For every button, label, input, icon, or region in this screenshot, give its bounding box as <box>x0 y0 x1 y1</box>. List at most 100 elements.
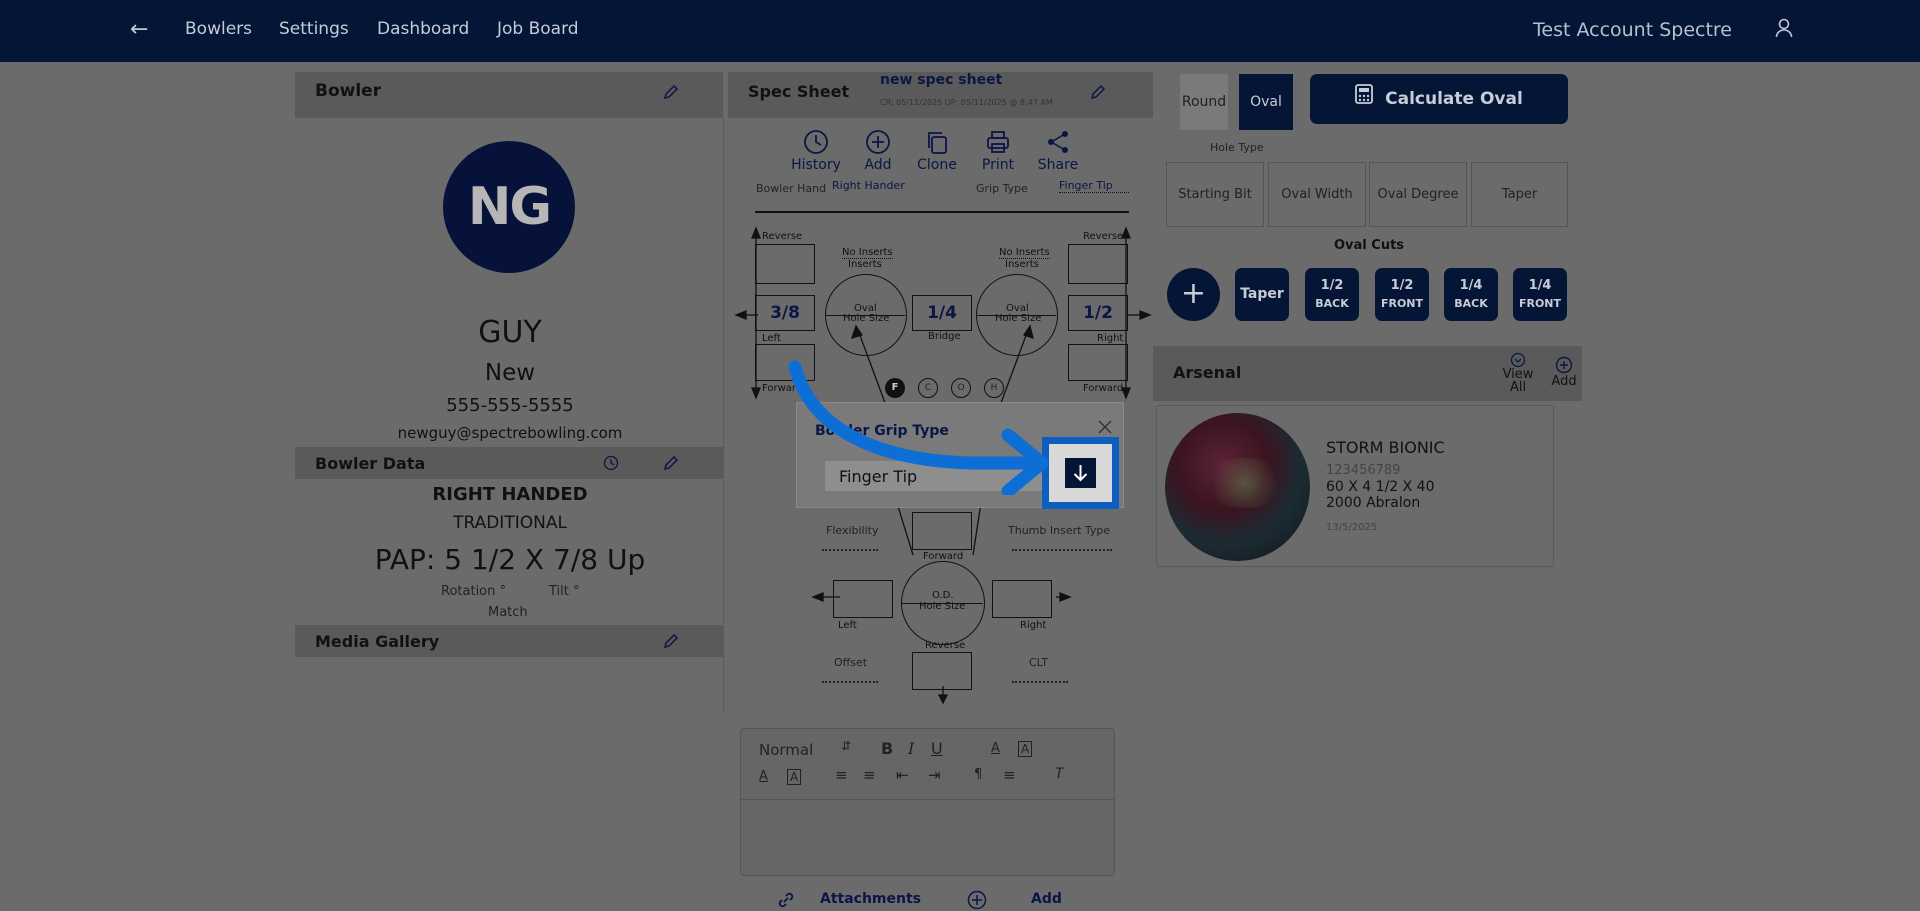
bowler-title: Bowler <box>315 81 382 101</box>
ball-name: STORM BIONIC <box>1326 438 1445 457</box>
spec-sheet-title: Spec Sheet <box>748 82 850 101</box>
bowler-last-name: New <box>484 360 536 386</box>
add-attachment-icon[interactable] <box>967 890 987 911</box>
font-color-icon[interactable]: A <box>991 741 1000 756</box>
bowler-hand: RIGHT HANDED <box>432 484 588 505</box>
edit-media-pencil-icon[interactable] <box>663 633 679 653</box>
user-icon[interactable] <box>1775 18 1793 42</box>
edit-bowler-data-pencil-icon[interactable] <box>663 455 679 475</box>
bullet-list-icon[interactable]: ≡ <box>863 766 876 784</box>
attachments-label[interactable]: Attachments <box>820 891 921 907</box>
outdent-icon[interactable]: ⇤ <box>896 766 909 784</box>
cut-quarter-front-button[interactable]: 1/4 FRONT <box>1513 268 1567 321</box>
grip-type-value[interactable]: Finger Tip <box>1059 179 1129 193</box>
right-inserts-label: Inserts <box>1005 259 1039 270</box>
cut-half-back-button[interactable]: 1/2 BACK <box>1305 268 1359 321</box>
calculate-oval-button[interactable]: Calculate Oval <box>1310 74 1568 124</box>
taper-cell[interactable]: Taper <box>1471 162 1568 227</box>
ball-layout: 60 X 4 1/2 X 40 <box>1326 479 1435 495</box>
format-select[interactable]: Normal <box>759 741 813 759</box>
nav-settings[interactable]: Settings <box>279 19 349 39</box>
clear-format-icon[interactable]: T <box>1055 766 1064 782</box>
bowler-style: TRADITIONAL <box>453 513 567 533</box>
thumb-forward-box[interactable] <box>912 512 972 550</box>
nav-bowlers[interactable]: Bowlers <box>185 19 252 39</box>
spec-sheet-name[interactable]: new spec sheet <box>880 72 1002 88</box>
ordered-list-icon[interactable]: ≡ <box>835 766 848 784</box>
bowler-hand-label: Bowler Hand <box>756 182 827 195</box>
cut-taper-label: Taper <box>1240 286 1284 302</box>
italic-icon[interactable]: I <box>908 739 914 758</box>
bowler-phone: 555-555-5555 <box>446 395 574 416</box>
offset-value[interactable] <box>822 681 878 683</box>
arsenal-add-label: Add <box>1551 374 1577 389</box>
left-no-inserts[interactable]: No Inserts <box>842 247 893 259</box>
account-name[interactable]: Test Account Spectre <box>1533 19 1732 41</box>
clt-value[interactable] <box>1012 681 1068 683</box>
add-attachment-label[interactable]: Add <box>1031 891 1062 907</box>
bowler-header: Bowler <box>295 72 723 118</box>
text-direction-icon[interactable]: ¶ <box>974 767 982 782</box>
clt-label: CLT <box>1029 656 1049 669</box>
indent-icon[interactable]: ⇥ <box>928 766 941 784</box>
arsenal-add-button[interactable]: Add <box>1548 356 1580 389</box>
clone-icon <box>928 132 947 154</box>
align-icon[interactable]: ≡ <box>1003 766 1016 784</box>
back-arrow-icon[interactable]: ← <box>130 17 148 42</box>
ball-card[interactable]: STORM BIONIC 123456789 60 X 4 1/2 X 40 2… <box>1156 405 1554 567</box>
starting-bit-cell[interactable]: Starting Bit <box>1166 162 1264 227</box>
add-circle-icon <box>1555 356 1573 374</box>
left-pitch-value: 3/8 <box>770 303 800 323</box>
bowler-data-history-icon[interactable] <box>603 455 619 475</box>
format-select-chevron-icon[interactable]: ⇵ <box>841 739 851 753</box>
notes-editor[interactable]: Normal ⇵ B I U A A A A ≡ ≡ ⇤ ⇥ ¶ ≡ T <box>740 728 1115 876</box>
share-button[interactable]: Share <box>1028 129 1088 173</box>
cut-taper-button[interactable]: Taper <box>1235 268 1289 321</box>
right-reverse-box[interactable] <box>1068 244 1128 284</box>
bowler-match: Match <box>488 605 528 620</box>
bold-icon[interactable]: B <box>881 739 893 758</box>
right-reverse-label: Reverse <box>1083 231 1124 242</box>
add-oval-cut-button[interactable]: + <box>1167 268 1220 321</box>
history-button[interactable]: History <box>786 129 846 173</box>
round-toggle[interactable]: Round <box>1180 74 1228 130</box>
flexibility-label: Flexibility <box>826 524 879 537</box>
thumb-right-box[interactable] <box>992 580 1052 618</box>
thumb-left-label: Left <box>838 620 857 631</box>
background-color-icon-2[interactable]: A <box>787 769 802 785</box>
divider-line <box>755 211 1129 213</box>
print-button[interactable]: Print <box>968 129 1028 173</box>
thumb-reverse-box[interactable] <box>912 652 972 690</box>
edit-spec-pencil-icon[interactable] <box>1090 84 1106 104</box>
link-icon[interactable] <box>776 890 796 911</box>
oval-toggle[interactable]: Oval <box>1239 74 1293 130</box>
clone-label: Clone <box>917 157 957 173</box>
cut-half-front-button[interactable]: 1/2 FRONT <box>1375 268 1429 321</box>
clone-button[interactable]: Clone <box>907 129 967 173</box>
add-button[interactable]: Add <box>848 129 908 173</box>
bowler-hand-value[interactable]: Right Hander <box>832 179 905 192</box>
font-color-icon-2[interactable]: A <box>759 769 768 784</box>
oval-degree-cell[interactable]: Oval Degree <box>1369 162 1467 227</box>
right-no-inserts[interactable]: No Inserts <box>999 247 1050 259</box>
ball-serial: 123456789 <box>1326 463 1401 478</box>
view-all-button[interactable]: View All <box>1498 352 1538 394</box>
bowler-first-name: GUY <box>478 315 542 350</box>
thumb-insert-value[interactable] <box>1012 549 1112 551</box>
oval-width-cell[interactable]: Oval Width <box>1268 162 1366 227</box>
calculate-oval-label: Calculate Oval <box>1385 89 1523 109</box>
editor-divider <box>741 799 1114 800</box>
thumb-left-box[interactable] <box>833 580 893 618</box>
left-inserts-label: Inserts <box>848 259 882 270</box>
flexibility-value[interactable] <box>822 549 878 551</box>
left-reverse-box[interactable] <box>755 244 815 284</box>
top-nav: ← Bowlers Settings Dashboard Job Board T… <box>0 0 1920 62</box>
nav-dashboard[interactable]: Dashboard <box>377 19 469 39</box>
nav-job-board[interactable]: Job Board <box>497 19 579 39</box>
underline-icon[interactable]: U <box>931 739 943 758</box>
cut-quarter-back-button[interactable]: 1/4 BACK <box>1444 268 1498 321</box>
print-label: Print <box>981 157 1015 173</box>
edit-bowler-pencil-icon[interactable] <box>663 84 679 104</box>
background-color-icon[interactable]: A <box>1018 741 1033 757</box>
column-divider <box>723 118 724 713</box>
